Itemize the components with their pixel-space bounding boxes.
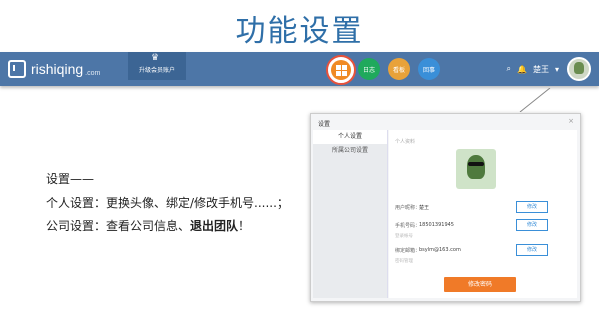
close-icon[interactable]: ×: [568, 117, 574, 125]
field-value: 18501391945: [419, 222, 454, 228]
avatar[interactable]: [567, 57, 591, 81]
field-label: 手机号码：: [395, 223, 421, 229]
logo-text: rishiqing: [31, 61, 84, 77]
crown-icon: ♛: [151, 53, 160, 63]
desc-line-company: 公司设置：查看公司信息、退出团队！: [46, 217, 250, 234]
desc-line2-prefix: 公司设置：查看公司信息、: [46, 219, 191, 233]
field-value: bsylm@163.com: [419, 247, 461, 253]
field-nickname: 用户昵称： 楚王 修改: [389, 200, 577, 214]
nav-journal-button[interactable]: 日志: [358, 58, 380, 80]
top-navbar: rishiqing .com ♛ 升级会员账户 日志 看板 回事 ⌕ 🔔 楚王 …: [0, 52, 599, 86]
nav-kanban-button[interactable]: 看板: [388, 58, 410, 80]
field-phone: 手机号码： 18501391945 修改: [389, 218, 577, 232]
nav-user-area: ⌕ 🔔 楚王 ▾: [501, 52, 591, 86]
user-name[interactable]: 楚王: [533, 64, 549, 75]
field-email: 绑定邮箱： bsylm@163.com 修改: [389, 243, 577, 257]
desc-line2-bold: 退出团队: [190, 219, 239, 233]
field-label: 用户昵称：: [395, 205, 421, 211]
upgrade-label: 升级会员账户: [138, 67, 175, 74]
section-label: 个人资料: [395, 139, 416, 145]
edit-email-button[interactable]: 修改: [516, 244, 548, 256]
upgrade-membership-button[interactable]: ♛ 升级会员账户: [128, 52, 186, 80]
dashboard-grid-icon: [331, 60, 351, 80]
nav-huishi-button[interactable]: 回事: [418, 58, 440, 80]
logo-icon: [8, 60, 26, 78]
profile-avatar[interactable]: [456, 149, 496, 189]
settings-content: 个人资料 用户昵称： 楚王 修改 手机号码： 18501391945 修改 登录…: [389, 130, 577, 298]
settings-sidebar: 个人设置 所属公司设置: [313, 130, 388, 298]
field-label: 绑定邮箱：: [395, 248, 421, 254]
search-icon[interactable]: ⌕: [507, 64, 511, 74]
edit-nickname-button[interactable]: 修改: [516, 201, 548, 213]
logo-suffix: .com: [85, 69, 101, 77]
edit-phone-button[interactable]: 修改: [516, 219, 548, 231]
settings-dialog: 设置 × 个人设置 所属公司设置 个人资料 用户昵称： 楚王 修改 手机号码： …: [310, 113, 581, 302]
nav-dashboard-button[interactable]: [326, 55, 356, 85]
field-value: 楚王: [419, 205, 430, 211]
sidebar-item-company[interactable]: 所属公司设置: [313, 144, 387, 158]
logo[interactable]: rishiqing .com: [8, 59, 100, 79]
bell-icon[interactable]: 🔔: [517, 65, 527, 74]
desc-line-personal: 个人设置：更换头像、绑定/修改手机号......；: [46, 196, 289, 210]
slide-title: 功能设置: [235, 14, 364, 49]
password-manage-label: 密码管理: [395, 259, 413, 264]
desc-heading: 设置——: [46, 172, 95, 186]
desc-line2-suffix: ！: [238, 219, 251, 233]
sidebar-item-personal[interactable]: 个人设置: [313, 130, 387, 144]
change-password-button[interactable]: 修改密码: [444, 277, 516, 292]
login-account-label: 登录帐号: [395, 234, 413, 239]
dialog-title: 设置: [318, 121, 331, 128]
callout-line: [519, 88, 551, 112]
chevron-down-icon[interactable]: ▾: [555, 65, 559, 74]
